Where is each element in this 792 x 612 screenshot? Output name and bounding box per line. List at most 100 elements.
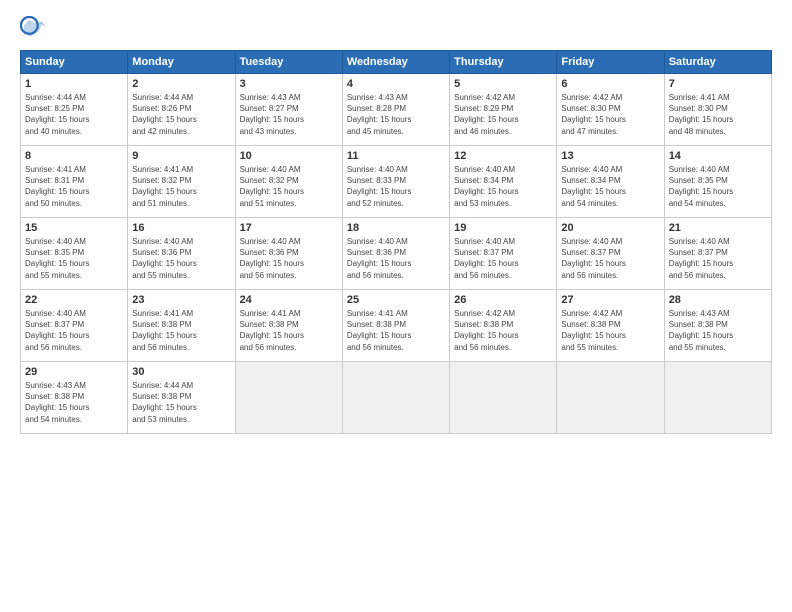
calendar-day-cell: 8 Sunrise: 4:41 AM Sunset: 8:31 PM Daylig…	[21, 146, 128, 218]
calendar-day-cell: 27 Sunrise: 4:42 AM Sunset: 8:38 PM Dayli…	[557, 290, 664, 362]
calendar-day-cell: 21 Sunrise: 4:40 AM Sunset: 8:37 PM Dayli…	[664, 218, 771, 290]
day-number: 11	[347, 150, 445, 162]
day-info: Sunrise: 4:41 AM Sunset: 8:31 PM Dayligh…	[25, 164, 123, 209]
day-number: 25	[347, 294, 445, 306]
day-info: Sunrise: 4:43 AM Sunset: 8:38 PM Dayligh…	[669, 308, 767, 353]
day-number: 14	[669, 150, 767, 162]
day-number: 15	[25, 222, 123, 234]
weekday-header-sunday: Sunday	[21, 51, 128, 74]
day-number: 3	[240, 78, 338, 90]
day-info: Sunrise: 4:43 AM Sunset: 8:28 PM Dayligh…	[347, 92, 445, 137]
day-info: Sunrise: 4:44 AM Sunset: 8:25 PM Dayligh…	[25, 92, 123, 137]
calendar-day-cell: 12Sunrise: 4:40 AM Sunset: 8:34 PM Dayli…	[450, 146, 557, 218]
calendar-day-cell	[342, 362, 449, 434]
day-number: 23	[132, 294, 230, 306]
day-number: 16	[132, 222, 230, 234]
logo	[20, 16, 52, 44]
day-number: 22	[25, 294, 123, 306]
day-number: 6	[561, 78, 659, 90]
calendar-day-cell	[557, 362, 664, 434]
day-info: Sunrise: 4:42 AM Sunset: 8:29 PM Dayligh…	[454, 92, 552, 137]
day-number: 7	[669, 78, 767, 90]
day-info: Sunrise: 4:41 AM Sunset: 8:30 PM Dayligh…	[669, 92, 767, 137]
calendar-day-cell: 9 Sunrise: 4:41 AM Sunset: 8:32 PM Daylig…	[128, 146, 235, 218]
calendar-day-cell: 18Sunrise: 4:40 AM Sunset: 8:36 PM Dayli…	[342, 218, 449, 290]
calendar-day-cell: 14 Sunrise: 4:40 AM Sunset: 8:35 PM Dayli…	[664, 146, 771, 218]
page: SundayMondayTuesdayWednesdayThursdayFrid…	[0, 0, 792, 612]
day-info: Sunrise: 4:40 AM Sunset: 8:35 PM Dayligh…	[669, 164, 767, 209]
day-number: 20	[561, 222, 659, 234]
calendar-day-cell: 20 Sunrise: 4:40 AM Sunset: 8:37 PM Dayli…	[557, 218, 664, 290]
day-info: Sunrise: 4:40 AM Sunset: 8:36 PM Dayligh…	[240, 236, 338, 281]
day-info: Sunrise: 4:40 AM Sunset: 8:37 PM Dayligh…	[25, 308, 123, 353]
calendar-day-cell: 23 Sunrise: 4:41 AM Sunset: 8:38 PM Dayli…	[128, 290, 235, 362]
day-info: Sunrise: 4:44 AM Sunset: 8:26 PM Dayligh…	[132, 92, 230, 137]
day-info: Sunrise: 4:43 AM Sunset: 8:38 PM Dayligh…	[25, 380, 123, 425]
day-info: Sunrise: 4:41 AM Sunset: 8:38 PM Dayligh…	[132, 308, 230, 353]
calendar-week-row: 8 Sunrise: 4:41 AM Sunset: 8:31 PM Daylig…	[21, 146, 772, 218]
day-number: 27	[561, 294, 659, 306]
calendar-day-cell: 2 Sunrise: 4:44 AM Sunset: 8:26 PM Daylig…	[128, 74, 235, 146]
calendar-day-cell: 26Sunrise: 4:42 AM Sunset: 8:38 PM Dayli…	[450, 290, 557, 362]
day-number: 2	[132, 78, 230, 90]
day-number: 24	[240, 294, 338, 306]
day-info: Sunrise: 4:40 AM Sunset: 8:35 PM Dayligh…	[25, 236, 123, 281]
calendar-day-cell: 7 Sunrise: 4:41 AM Sunset: 8:30 PM Daylig…	[664, 74, 771, 146]
calendar-day-cell: 16 Sunrise: 4:40 AM Sunset: 8:36 PM Dayli…	[128, 218, 235, 290]
day-number: 29	[25, 366, 123, 378]
day-number: 8	[25, 150, 123, 162]
day-number: 13	[561, 150, 659, 162]
day-number: 9	[132, 150, 230, 162]
calendar-day-cell: 17Sunrise: 4:40 AM Sunset: 8:36 PM Dayli…	[235, 218, 342, 290]
day-info: Sunrise: 4:40 AM Sunset: 8:32 PM Dayligh…	[240, 164, 338, 209]
day-number: 5	[454, 78, 552, 90]
calendar-day-cell	[450, 362, 557, 434]
calendar-day-cell: 15 Sunrise: 4:40 AM Sunset: 8:35 PM Dayli…	[21, 218, 128, 290]
weekday-header-tuesday: Tuesday	[235, 51, 342, 74]
calendar-day-cell: 28 Sunrise: 4:43 AM Sunset: 8:38 PM Dayli…	[664, 290, 771, 362]
calendar-day-cell: 11Sunrise: 4:40 AM Sunset: 8:33 PM Dayli…	[342, 146, 449, 218]
day-info: Sunrise: 4:41 AM Sunset: 8:38 PM Dayligh…	[347, 308, 445, 353]
weekday-header-row: SundayMondayTuesdayWednesdayThursdayFrid…	[21, 51, 772, 74]
day-info: Sunrise: 4:43 AM Sunset: 8:27 PM Dayligh…	[240, 92, 338, 137]
day-number: 21	[669, 222, 767, 234]
calendar-day-cell: 19 Sunrise: 4:40 AM Sunset: 8:37 PM Dayli…	[450, 218, 557, 290]
weekday-header-thursday: Thursday	[450, 51, 557, 74]
calendar-day-cell	[664, 362, 771, 434]
day-number: 4	[347, 78, 445, 90]
day-info: Sunrise: 4:40 AM Sunset: 8:37 PM Dayligh…	[454, 236, 552, 281]
calendar-day-cell	[235, 362, 342, 434]
calendar-day-cell: 6 Sunrise: 4:42 AM Sunset: 8:30 PM Daylig…	[557, 74, 664, 146]
calendar: SundayMondayTuesdayWednesdayThursdayFrid…	[20, 50, 772, 434]
day-info: Sunrise: 4:40 AM Sunset: 8:37 PM Dayligh…	[561, 236, 659, 281]
calendar-day-cell: 24 Sunrise: 4:41 AM Sunset: 8:38 PM Dayli…	[235, 290, 342, 362]
weekday-header-saturday: Saturday	[664, 51, 771, 74]
day-number: 19	[454, 222, 552, 234]
logo-icon	[20, 16, 48, 44]
day-number: 26	[454, 294, 552, 306]
day-info: Sunrise: 4:41 AM Sunset: 8:32 PM Dayligh…	[132, 164, 230, 209]
header	[20, 16, 772, 44]
calendar-week-row: 1 Sunrise: 4:44 AM Sunset: 8:25 PM Daylig…	[21, 74, 772, 146]
day-info: Sunrise: 4:44 AM Sunset: 8:38 PM Dayligh…	[132, 380, 230, 425]
day-number: 1	[25, 78, 123, 90]
calendar-day-cell: 13 Sunrise: 4:40 AM Sunset: 8:34 PM Dayli…	[557, 146, 664, 218]
day-info: Sunrise: 4:42 AM Sunset: 8:38 PM Dayligh…	[561, 308, 659, 353]
day-info: Sunrise: 4:40 AM Sunset: 8:36 PM Dayligh…	[347, 236, 445, 281]
day-info: Sunrise: 4:41 AM Sunset: 8:38 PM Dayligh…	[240, 308, 338, 353]
day-number: 30	[132, 366, 230, 378]
day-info: Sunrise: 4:40 AM Sunset: 8:34 PM Dayligh…	[561, 164, 659, 209]
calendar-day-cell: 4 Sunrise: 4:43 AM Sunset: 8:28 PM Daylig…	[342, 74, 449, 146]
calendar-day-cell: 1 Sunrise: 4:44 AM Sunset: 8:25 PM Daylig…	[21, 74, 128, 146]
day-info: Sunrise: 4:40 AM Sunset: 8:36 PM Dayligh…	[132, 236, 230, 281]
calendar-day-cell: 29 Sunrise: 4:43 AM Sunset: 8:38 PM Dayli…	[21, 362, 128, 434]
day-info: Sunrise: 4:42 AM Sunset: 8:30 PM Dayligh…	[561, 92, 659, 137]
day-number: 28	[669, 294, 767, 306]
weekday-header-monday: Monday	[128, 51, 235, 74]
weekday-header-friday: Friday	[557, 51, 664, 74]
calendar-day-cell: 3 Sunrise: 4:43 AM Sunset: 8:27 PM Daylig…	[235, 74, 342, 146]
calendar-day-cell: 30 Sunrise: 4:44 AM Sunset: 8:38 PM Dayli…	[128, 362, 235, 434]
calendar-week-row: 22 Sunrise: 4:40 AM Sunset: 8:37 PM Dayli…	[21, 290, 772, 362]
calendar-day-cell: 25 Sunrise: 4:41 AM Sunset: 8:38 PM Dayli…	[342, 290, 449, 362]
day-info: Sunrise: 4:40 AM Sunset: 8:37 PM Dayligh…	[669, 236, 767, 281]
